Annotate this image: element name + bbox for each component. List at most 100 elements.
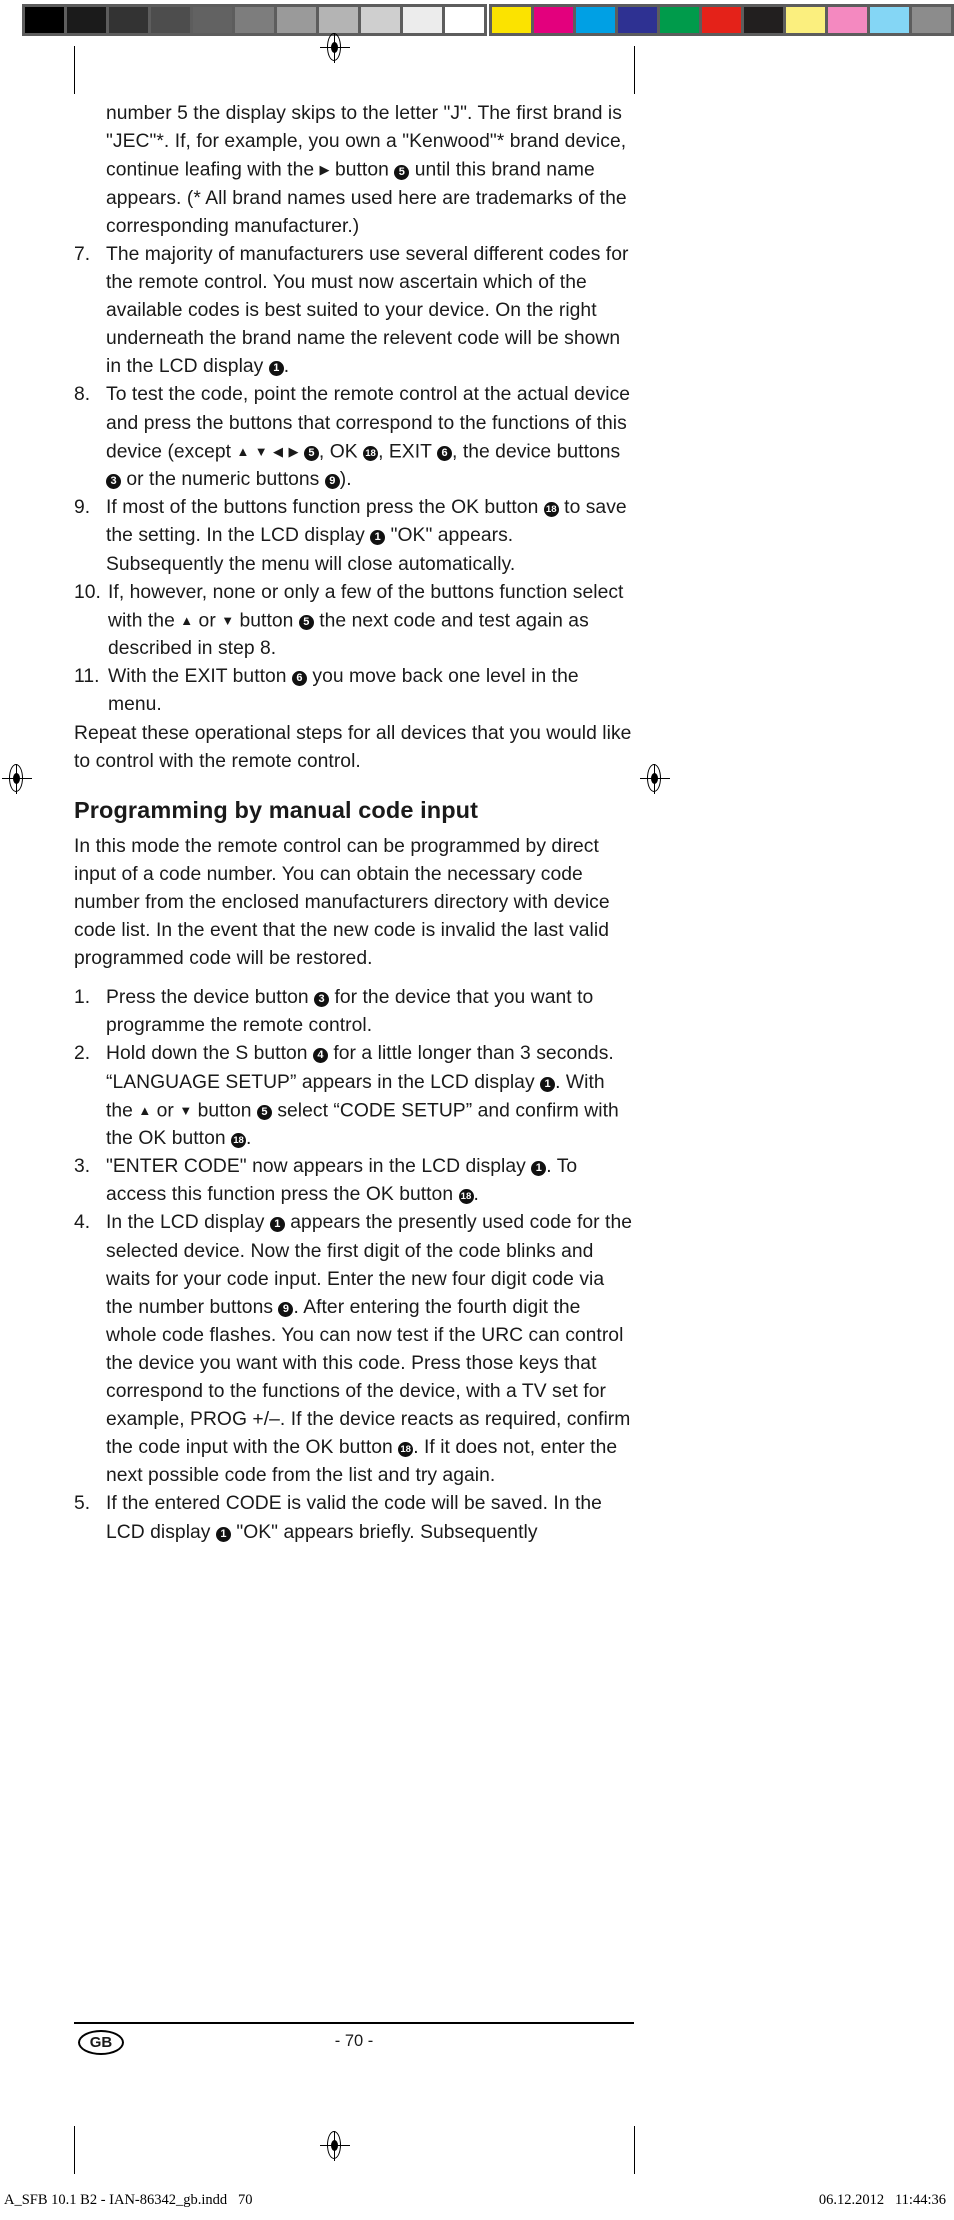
callout-badge-9: 9 (324, 474, 340, 490)
step-number: 1. (74, 987, 91, 1009)
list-item: 1. Press the device button 3 for the devi… (74, 984, 634, 1040)
callout-badge-4: 4 (312, 1048, 328, 1064)
list-item: 9. If most of the buttons function press … (74, 494, 634, 578)
list-item: 5. If the entered CODE is valid the code … (74, 1490, 634, 1546)
gray-swatch-1 (67, 7, 106, 33)
color-swatch-group (489, 4, 954, 36)
page-footer: GB - 70 - (74, 2022, 634, 2062)
continued-paragraph: number 5 the display skips to the letter… (74, 100, 634, 241)
arrow-right-icon: ▶ (319, 162, 330, 178)
imprint-filename: A_SFB 10.1 B2 - IAN-86342_gb.indd 70 (4, 2192, 253, 2208)
callout-badge-6: 6 (291, 671, 307, 687)
step-number: 4. (74, 1212, 91, 1234)
step-number: 2. (74, 1043, 91, 1065)
step-text-4: , the device buttons (452, 441, 621, 463)
gray-swatch-7 (319, 7, 358, 33)
list-item: 7. The majority of manufacturers use seve… (74, 241, 634, 381)
callout-badge-9: 9 (278, 1301, 294, 1317)
callout-badge-1: 1 (531, 1161, 547, 1177)
step-text-1: With the EXIT button (108, 666, 292, 688)
steps-list-continued: 7. The majority of manufacturers use seve… (74, 241, 634, 720)
registration-mark-right-icon (640, 764, 670, 794)
callout-badge-1: 1 (370, 530, 386, 546)
callout-badge-1: 1 (268, 361, 284, 377)
step-text-mid: or (151, 1100, 180, 1122)
crop-guide-top-right (634, 46, 635, 94)
step-number: 3. (74, 1156, 91, 1178)
step-text-1: Press the device button (106, 987, 315, 1009)
gray-swatch-10 (445, 7, 484, 33)
gray-swatch-0 (25, 7, 64, 33)
gray-swatch-6 (277, 7, 316, 33)
arrow-up-icon: ▲ (180, 612, 194, 628)
color-swatch-5 (702, 7, 741, 33)
step-text-1: If most of the buttons function press th… (106, 497, 544, 519)
step-text-3: . (473, 1184, 479, 1206)
callout-badge-3: 3 (106, 474, 121, 490)
crop-guide-bottom-right (634, 2126, 635, 2174)
step-text-2: , OK (318, 441, 364, 463)
callout-badge-3: 3 (314, 992, 330, 1008)
gray-swatch-8 (361, 7, 400, 33)
callout-badge-5: 5 (298, 615, 314, 631)
arrow-up-icon: ▲ (138, 1102, 152, 1118)
list-item: 2. Hold down the S button 4 for a little … (74, 1040, 634, 1153)
gray-swatch-5 (235, 7, 274, 33)
color-swatch-8 (828, 7, 867, 33)
step-number: 5. (74, 1493, 91, 1515)
step-text-1: In the LCD display (106, 1212, 270, 1234)
gray-swatch-2 (109, 7, 148, 33)
step-text-2: button (234, 610, 299, 632)
gray-swatch-3 (151, 7, 190, 33)
arrow-left-icon: ◀ (273, 443, 284, 459)
step-text-1: Hold down the S button (106, 1043, 313, 1065)
arrow-up-icon: ▲ (236, 443, 250, 459)
page-body: number 5 the display skips to the letter… (74, 100, 634, 1547)
step-text-1: The majority of manufacturers use severa… (106, 243, 629, 378)
step-number: 7. (74, 243, 91, 265)
color-swatch-10 (912, 7, 951, 33)
gray-swatch-9 (403, 7, 442, 33)
callout-badge-18: 18 (363, 446, 379, 462)
page-number: - 70 - (334, 2032, 374, 2050)
callout-badge-18: 18 (398, 1442, 414, 1458)
step-text-2: . (283, 356, 290, 378)
arrow-right-icon: ▶ (288, 443, 299, 459)
crop-guide-bottom-left (74, 2126, 75, 2174)
step-number: 10. (74, 581, 101, 603)
callout-badge-5: 5 (303, 446, 319, 462)
step-text-mid: or (193, 610, 222, 632)
callout-badge-18: 18 (231, 1133, 247, 1149)
imprint-timestamp: 06.12.2012 11:44:36 (818, 2192, 946, 2208)
arrow-down-icon: ▼ (179, 1102, 193, 1118)
step-number: 8. (74, 384, 91, 406)
callout-badge-5: 5 (256, 1105, 272, 1121)
step-number: 9. (74, 497, 91, 519)
step-text-5: or the numeric buttons (121, 469, 325, 491)
crop-guide-top-left (74, 46, 75, 94)
color-swatch-4 (660, 7, 699, 33)
color-swatch-3 (618, 7, 657, 33)
color-swatch-6 (744, 7, 783, 33)
step-text-6: . (246, 1128, 252, 1150)
grayscale-swatch-group (22, 4, 487, 36)
registration-mark-left-icon (2, 764, 32, 794)
page-title: Programming by manual code input (74, 796, 479, 823)
callout-badge-18: 18 (543, 502, 559, 518)
registration-mark-bottom-icon (320, 2131, 350, 2161)
continued-paragraph-text-2: button (329, 159, 395, 181)
step-text-4: button (192, 1100, 257, 1122)
list-item: 8. To test the code, point the remote con… (74, 381, 634, 494)
print-calibration-strip (0, 0, 954, 40)
gray-swatch-4 (193, 7, 232, 33)
color-swatch-2 (576, 7, 615, 33)
intro-paragraph: In this mode the remote control can be p… (74, 835, 610, 970)
arrow-down-icon: ▼ (254, 443, 268, 459)
callout-badge-6: 6 (437, 446, 452, 462)
callout-badge-1: 1 (269, 1217, 285, 1233)
callout-badge-1: 1 (540, 1076, 556, 1092)
list-item: 10. If, however, none or only a few of th… (74, 579, 634, 664)
callout-badge-5: 5 (394, 164, 410, 180)
color-swatch-0 (492, 7, 531, 33)
step-number: 11. (74, 666, 100, 688)
